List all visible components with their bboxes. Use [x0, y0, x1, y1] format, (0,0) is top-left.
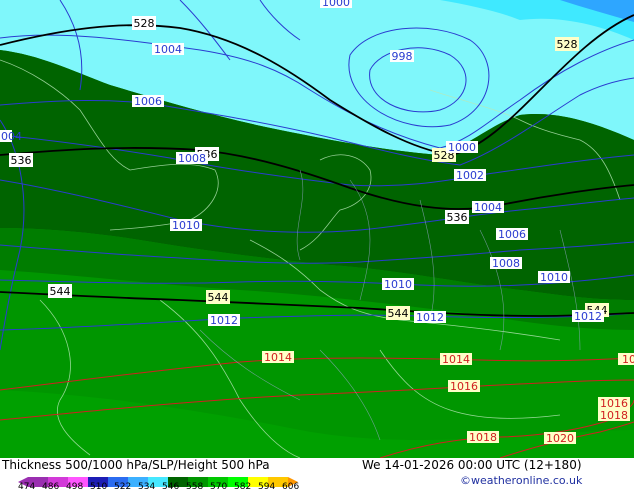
svg-text:1018: 1018 — [600, 409, 628, 422]
svg-text:528: 528 — [134, 17, 155, 30]
slp-label: 1000 — [446, 141, 478, 154]
colorbar-tick-label: 546 — [162, 482, 180, 492]
svg-text:536: 536 — [447, 211, 468, 224]
svg-text:1012: 1012 — [416, 311, 444, 324]
svg-text:1016: 1016 — [450, 380, 478, 393]
slp-label: 1000 — [320, 0, 352, 9]
svg-text:544: 544 — [208, 291, 229, 304]
height-label: 536 — [9, 153, 33, 167]
slp-label: 1008 — [490, 257, 522, 270]
map-datetime: We 14-01-2026 00:00 UTC (12+180) — [362, 458, 582, 472]
svg-text:1010: 1010 — [540, 271, 568, 284]
colorbar-tick-label: 486 — [42, 482, 60, 492]
slp-label: 1004 — [0, 130, 22, 143]
svg-text:1006: 1006 — [498, 228, 526, 241]
map-title: Thickness 500/1000 hPa/SLP/Height 500 hP… — [2, 458, 270, 472]
colorbar-tick-label: 522 — [114, 482, 132, 492]
height-label: 544 — [386, 306, 410, 320]
svg-text:998: 998 — [392, 50, 413, 63]
svg-text:536: 536 — [11, 154, 32, 167]
svg-text:1006: 1006 — [134, 95, 162, 108]
svg-text:1012: 1012 — [574, 310, 602, 323]
colorbar-tick-label: 498 — [66, 482, 84, 492]
svg-text:1008: 1008 — [492, 257, 520, 270]
svg-text:1010: 1010 — [172, 219, 200, 232]
svg-text:1018: 1018 — [622, 353, 634, 366]
svg-text:1010: 1010 — [384, 278, 412, 291]
slp-label: 1016 — [448, 380, 480, 393]
height-label: 544 — [48, 284, 72, 298]
slp-label: 1014 — [440, 353, 472, 366]
colorbar-tick-label: 534 — [138, 482, 156, 492]
slp-label: 998 — [390, 50, 414, 63]
slp-label: 1020 — [544, 432, 576, 445]
map-footer: Thickness 500/1000 hPa/SLP/Height 500 hP… — [0, 458, 634, 492]
svg-text:1004: 1004 — [154, 43, 182, 56]
height-label: 528 — [132, 16, 156, 30]
svg-text:544: 544 — [50, 285, 71, 298]
height-label: 536 — [445, 210, 469, 224]
slp-label: 1008 — [176, 152, 208, 165]
colorbar-tick-label: 594 — [258, 482, 276, 492]
svg-text:1000: 1000 — [322, 0, 350, 9]
svg-text:1004: 1004 — [474, 201, 502, 214]
slp-label: 1014 — [262, 351, 294, 364]
slp-label: 1018 — [618, 353, 634, 366]
colorbar-tick-label: 474 — [18, 482, 36, 492]
slp-label: 1010 — [170, 219, 202, 232]
slp-label: 1012 — [208, 314, 240, 327]
svg-text:1020: 1020 — [546, 432, 574, 445]
slp-label: 1010 — [382, 278, 414, 291]
slp-label: 1012 — [572, 310, 604, 323]
credit-link[interactable]: ©weatheronline.co.uk — [460, 474, 582, 487]
svg-text:1018: 1018 — [469, 431, 497, 444]
colorbar-tick-label: 582 — [234, 482, 252, 492]
slp-label: 1004 — [472, 201, 504, 214]
svg-text:528: 528 — [557, 38, 578, 51]
svg-text:1000: 1000 — [448, 141, 476, 154]
svg-text:544: 544 — [388, 307, 409, 320]
svg-text:1008: 1008 — [178, 152, 206, 165]
height-label: 528 — [555, 37, 579, 51]
svg-text:1002: 1002 — [456, 169, 484, 182]
slp-label: 1018 — [467, 431, 499, 444]
svg-text:1014: 1014 — [264, 351, 292, 364]
colorbar-tick-label: 570 — [210, 482, 228, 492]
slp-label: 1004 — [152, 43, 184, 56]
slp-label: 1006 — [132, 95, 164, 108]
slp-label: 1018 — [598, 409, 630, 422]
slp-label: 1012 — [414, 311, 446, 324]
colorbar-tick-label: 510 — [90, 482, 108, 492]
weather-map: 528 528 528 536 536 536 544 544 544 544 … — [0, 0, 634, 459]
colorbar-tick-label: 558 — [186, 482, 204, 492]
svg-text:1012: 1012 — [210, 314, 238, 327]
svg-text:1014: 1014 — [442, 353, 470, 366]
svg-text:1004: 1004 — [0, 130, 22, 143]
slp-label: 1006 — [496, 228, 528, 241]
height-label: 544 — [206, 290, 230, 304]
colorbar-tick-label: 606 — [282, 482, 300, 492]
slp-label: 1002 — [454, 169, 486, 182]
slp-label: 1010 — [538, 271, 570, 284]
